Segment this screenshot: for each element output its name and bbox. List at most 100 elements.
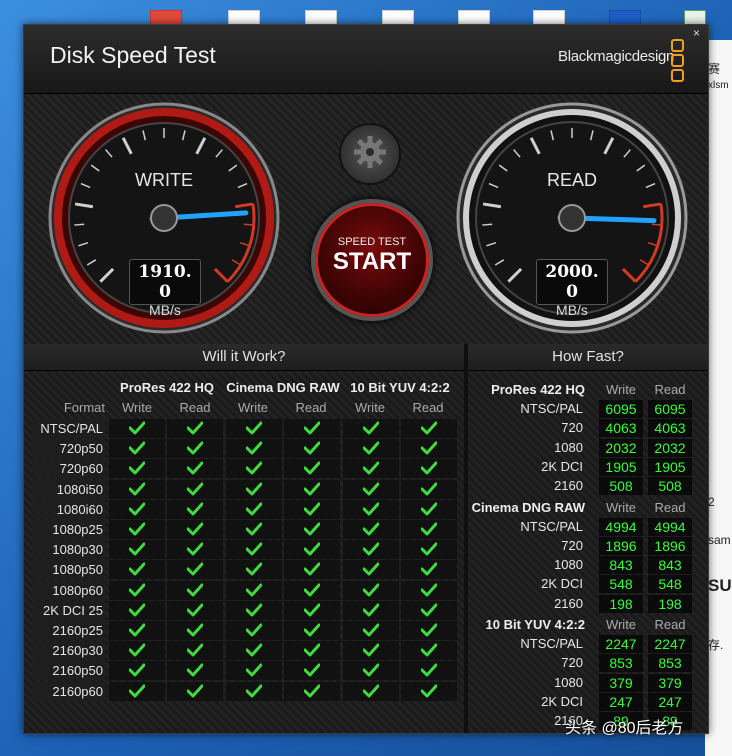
result-cell xyxy=(401,681,457,703)
check-icon xyxy=(420,461,438,480)
close-button[interactable]: × xyxy=(690,27,703,40)
format-label: 1080i50 xyxy=(32,479,105,499)
result-cell xyxy=(109,520,165,539)
result-cell xyxy=(401,540,457,560)
read-speed-value: 2032 xyxy=(648,438,692,457)
result-cell xyxy=(284,419,340,438)
result-cell xyxy=(284,641,340,661)
check-icon xyxy=(245,461,263,480)
format-label: NTSC/PAL xyxy=(520,518,583,534)
read-speed-value: 198 xyxy=(648,594,692,613)
check-icon xyxy=(303,441,321,460)
check-icon xyxy=(245,684,263,703)
check-icon xyxy=(186,623,204,642)
check-icon xyxy=(362,522,380,541)
check-icon xyxy=(303,562,321,581)
format-label: 2K DCI xyxy=(541,693,583,709)
write-col-header: Write xyxy=(605,382,637,397)
table-row: 1080p50 xyxy=(32,560,460,581)
check-icon xyxy=(186,562,204,581)
result-cell xyxy=(226,540,282,560)
settings-button[interactable] xyxy=(339,123,401,185)
check-icon xyxy=(362,663,380,682)
result-cell xyxy=(284,661,340,682)
result-cell xyxy=(167,479,223,499)
result-cell xyxy=(226,641,282,661)
needle-hub xyxy=(558,204,586,232)
result-cell xyxy=(167,580,223,600)
result-cell xyxy=(167,459,223,479)
table-row: 1080p30 xyxy=(32,540,460,561)
format-label: 720p50 xyxy=(32,439,105,459)
result-cell xyxy=(284,560,340,581)
result-cell xyxy=(226,681,282,703)
check-icon xyxy=(186,643,204,662)
result-cell xyxy=(284,600,340,620)
format-label: 2K DCI xyxy=(541,458,583,474)
format-label: 1080p50 xyxy=(32,560,105,580)
side-text: 存. xyxy=(708,638,724,652)
start-button[interactable]: SPEED TEST START xyxy=(311,199,433,321)
app-title: Disk Speed Test xyxy=(50,42,216,68)
read-col-header: Read xyxy=(654,382,686,397)
result-cell xyxy=(284,621,340,640)
format-label: 1080 xyxy=(554,674,583,690)
check-icon xyxy=(420,583,438,602)
check-icon xyxy=(245,522,263,541)
result-cell xyxy=(167,439,223,459)
check-icon xyxy=(128,542,146,561)
result-cell xyxy=(284,479,340,501)
write-speed-value: 508 xyxy=(599,477,643,496)
result-cell xyxy=(109,661,165,681)
check-icon xyxy=(128,421,146,440)
check-icon xyxy=(420,603,438,622)
check-icon xyxy=(128,441,146,460)
check-icon xyxy=(420,623,438,642)
write-col-header: Write xyxy=(354,400,386,415)
format-label-text: 1080i50 xyxy=(56,481,103,497)
format-label-text: 1080p50 xyxy=(52,562,103,578)
check-icon xyxy=(303,421,321,440)
check-icon xyxy=(362,502,380,521)
check-icon xyxy=(303,482,321,501)
result-cell xyxy=(226,621,282,640)
result-cell xyxy=(401,580,457,602)
watermark: 头条 @80后老方 xyxy=(565,720,684,737)
result-cell xyxy=(167,641,223,662)
check-icon xyxy=(128,603,146,622)
format-label: 2160p30 xyxy=(32,641,105,661)
read-readout: 2000. 0 MB/s xyxy=(536,259,608,318)
write-speed-value: 1905 xyxy=(599,457,643,476)
result-cell xyxy=(167,681,223,701)
panel-title: How Fast? xyxy=(468,344,708,371)
read-speed-value: 1905 xyxy=(648,457,692,476)
result-cell xyxy=(167,540,223,560)
check-icon xyxy=(420,562,438,581)
result-cell xyxy=(167,560,223,581)
format-label: 720 xyxy=(561,655,583,671)
result-cell xyxy=(109,600,165,622)
read-speed-value: 4063 xyxy=(648,419,692,438)
check-icon xyxy=(420,684,438,703)
check-icon xyxy=(303,663,321,682)
check-icon xyxy=(303,583,321,602)
table-row: 2K DCI 25 xyxy=(32,600,460,622)
format-label: 2K DCI xyxy=(541,576,583,592)
format-label: 2160p25 xyxy=(32,621,105,640)
result-cell xyxy=(284,520,340,539)
check-icon xyxy=(245,583,263,602)
read-speed-value: 843 xyxy=(648,556,692,575)
result-cell xyxy=(401,439,457,459)
format-label: 1080p30 xyxy=(32,540,105,560)
write-speed-value: 198 xyxy=(599,594,643,613)
format-label-text: 720p60 xyxy=(59,461,103,477)
brand-logo-icon xyxy=(671,39,684,84)
gauge-panel: WRITE 1910. 0 MB/s SPEED TEST START READ… xyxy=(24,94,708,344)
format-label: NTSC/PAL xyxy=(32,419,105,438)
check-icon xyxy=(362,562,380,581)
result-cell xyxy=(401,499,457,519)
format-label: 1080p25 xyxy=(32,520,105,539)
result-cell xyxy=(226,580,282,602)
write-speed-value: 843 xyxy=(599,556,643,575)
check-icon xyxy=(362,583,380,602)
